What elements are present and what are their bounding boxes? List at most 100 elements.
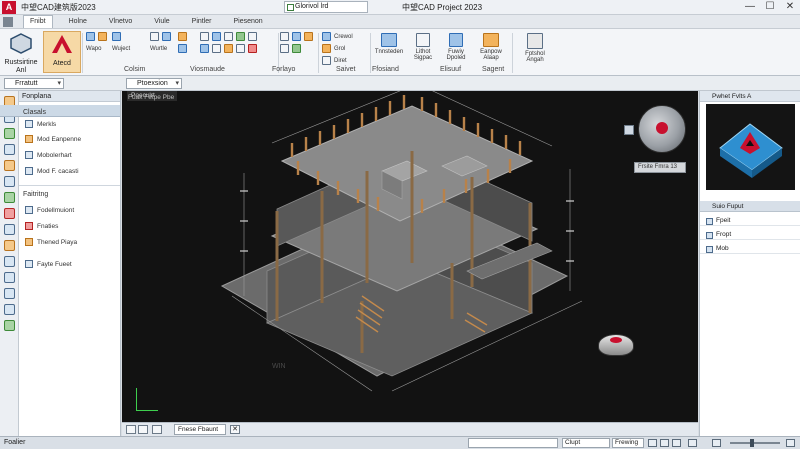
tool-erase-icon[interactable] bbox=[3, 208, 15, 219]
pencil-icon[interactable] bbox=[98, 32, 107, 41]
trim-icon[interactable] bbox=[200, 44, 209, 53]
prev-tab-icon[interactable] bbox=[126, 425, 136, 434]
first-tab-icon[interactable] bbox=[152, 425, 162, 434]
customize-icon[interactable] bbox=[786, 439, 795, 447]
right-panel-section[interactable]: Suio Fuput bbox=[700, 201, 800, 212]
rotate-icon[interactable] bbox=[224, 32, 233, 41]
workspace-selector[interactable]: Glorivol lrd bbox=[284, 1, 368, 13]
property-icon[interactable] bbox=[178, 44, 187, 53]
status-field-2[interactable]: Clupt bbox=[562, 438, 610, 448]
next-tab-icon[interactable] bbox=[138, 425, 148, 434]
ribbon-btn-eanpow[interactable]: Eanpow Alaap bbox=[474, 31, 508, 67]
btn-wurtle[interactable]: Wurtle bbox=[150, 46, 167, 52]
tool-circle-icon[interactable] bbox=[3, 144, 15, 155]
tool-edit-icon[interactable] bbox=[3, 176, 15, 187]
col-row-1-a[interactable]: Crewol bbox=[334, 34, 353, 40]
offset-icon[interactable] bbox=[248, 32, 257, 41]
list-item[interactable]: Fropt bbox=[700, 229, 800, 240]
tool-gem-icon[interactable] bbox=[3, 320, 15, 331]
erase-icon[interactable] bbox=[248, 44, 257, 53]
list-item[interactable]: Mobolerhart bbox=[25, 151, 72, 159]
tab-2[interactable]: Holne bbox=[63, 16, 93, 28]
draw-rect-icon[interactable] bbox=[292, 32, 301, 41]
tool-move-icon[interactable] bbox=[3, 224, 15, 235]
object-icon[interactable] bbox=[112, 32, 121, 41]
list-item[interactable]: Fnaties bbox=[25, 222, 58, 230]
tool-brush-icon[interactable] bbox=[3, 160, 15, 171]
view-cube-icon[interactable] bbox=[706, 104, 795, 190]
app-logo-icon[interactable]: A bbox=[2, 0, 16, 14]
quick-access-icon[interactable] bbox=[3, 16, 13, 27]
select-icon[interactable] bbox=[162, 32, 171, 41]
command-field[interactable] bbox=[468, 438, 558, 448]
wapo-icon[interactable] bbox=[86, 32, 95, 41]
ortho-icon[interactable] bbox=[672, 439, 681, 447]
grid-icon[interactable] bbox=[660, 439, 669, 447]
steering-wheel-icon[interactable] bbox=[638, 105, 686, 153]
btn-wapo[interactable]: Wapo bbox=[86, 46, 101, 52]
draw-circle-icon[interactable] bbox=[304, 32, 313, 41]
list-item[interactable]: Fodellmuiont bbox=[25, 206, 74, 214]
list-item[interactable]: Merkls bbox=[25, 120, 56, 128]
tool-rotate-icon[interactable] bbox=[3, 240, 15, 251]
layer-prop-icon[interactable] bbox=[322, 32, 331, 41]
navigation-bar-icon[interactable] bbox=[624, 125, 634, 135]
list-item[interactable]: Fayte Fueet bbox=[25, 260, 72, 268]
tab-4[interactable]: Viule bbox=[148, 16, 175, 28]
close-button[interactable]: ✕ bbox=[780, 0, 800, 15]
status-field-3[interactable]: Frewing bbox=[612, 438, 644, 448]
mirror-icon[interactable] bbox=[236, 32, 245, 41]
list-item[interactable]: Mob bbox=[700, 243, 800, 254]
copy-icon[interactable] bbox=[212, 32, 221, 41]
hatch-icon[interactable] bbox=[292, 44, 301, 53]
drawing-viewport[interactable]: Poeculrt Fuak Fetpe Pbe WIN Frsite Fmra … bbox=[122, 91, 698, 422]
layer-icon[interactable] bbox=[178, 32, 187, 41]
list-item[interactable]: Mod Eanpenne bbox=[25, 135, 81, 143]
building-model[interactable] bbox=[122, 91, 698, 422]
list-item[interactable]: Fpeit bbox=[700, 215, 800, 226]
tool-3d-icon[interactable] bbox=[3, 272, 15, 283]
tool-layer-icon[interactable] bbox=[3, 128, 15, 139]
view-label-chip[interactable]: Frsite Fmra 13 bbox=[634, 162, 686, 173]
view-combo[interactable]: Ptoexsion bbox=[126, 78, 182, 89]
col-row-1-b[interactable]: Grol bbox=[334, 46, 345, 52]
minimize-button[interactable]: — bbox=[740, 0, 760, 15]
snap-icon[interactable] bbox=[648, 439, 657, 447]
zoom-slider-knob[interactable] bbox=[750, 439, 754, 447]
polar-icon[interactable] bbox=[688, 439, 697, 447]
ribbon-btn-tnnsteden[interactable]: Tnnsteden bbox=[372, 31, 406, 67]
tool-zoom-icon[interactable] bbox=[3, 304, 15, 315]
ribbon-big-button-1[interactable]: Rustsirtine Anl bbox=[2, 31, 40, 74]
ribbon-btn-fuwiy[interactable]: Fuwiy Dpoled bbox=[440, 31, 472, 67]
left-panel-tab[interactable] bbox=[0, 105, 120, 117]
tab-6[interactable]: Piesenon bbox=[228, 16, 269, 28]
list-item[interactable]: Thened Piaya bbox=[25, 238, 77, 246]
osnap-icon[interactable] bbox=[712, 439, 721, 447]
btn-wuject[interactable]: Wuject bbox=[112, 46, 130, 52]
line-icon[interactable] bbox=[150, 32, 159, 41]
workspace-combo[interactable]: Frratutt bbox=[4, 78, 64, 89]
tab-5[interactable]: Pintler bbox=[186, 16, 218, 28]
fillet-icon[interactable] bbox=[224, 44, 233, 53]
maximize-button[interactable]: ☐ bbox=[760, 0, 780, 15]
tool-hatch-icon[interactable] bbox=[3, 192, 15, 203]
list-item[interactable]: Mod F. cacasti bbox=[25, 167, 79, 175]
tool-orbit-icon[interactable] bbox=[3, 288, 15, 299]
layer-state-icon[interactable] bbox=[322, 44, 331, 53]
tab-3[interactable]: Vlnetvo bbox=[103, 16, 138, 28]
ribbon-big-button-2[interactable]: Atecd bbox=[43, 31, 81, 73]
move-icon[interactable] bbox=[200, 32, 209, 41]
col-row-2-a[interactable]: Diret bbox=[334, 58, 347, 64]
ribbon-btn-lithot[interactable]: Lithot Sigpac bbox=[408, 31, 438, 67]
ribbon-btn-fptshol[interactable]: Fptshol Angah bbox=[518, 31, 552, 67]
draw-arc-icon[interactable] bbox=[280, 44, 289, 53]
zoom-slider[interactable] bbox=[730, 439, 780, 447]
tab-home[interactable]: Fnibt bbox=[23, 15, 53, 28]
layer-off-icon[interactable] bbox=[322, 56, 331, 65]
layout-tab-model[interactable]: Fnese Fbaunt bbox=[174, 424, 226, 435]
close-tab-icon[interactable]: ✕ bbox=[230, 425, 240, 434]
extend-icon[interactable] bbox=[212, 44, 221, 53]
array-icon[interactable] bbox=[236, 44, 245, 53]
tool-scale-icon[interactable] bbox=[3, 256, 15, 267]
draw-line-icon[interactable] bbox=[280, 32, 289, 41]
